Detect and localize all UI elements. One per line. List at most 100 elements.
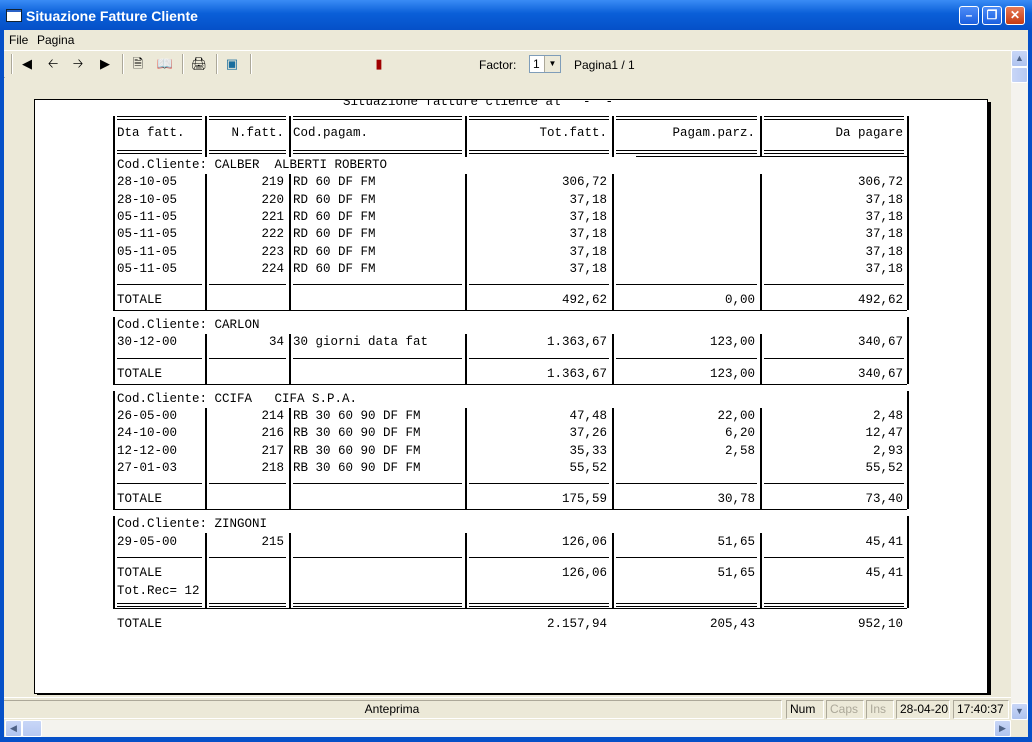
group-total-partial: 51,65	[717, 565, 755, 580]
cell-partial-paid: 123,00	[709, 335, 755, 350]
table-rule-line	[469, 150, 609, 154]
cell-total: 47,48	[569, 409, 607, 423]
table-column-line	[113, 157, 115, 311]
table-column-line	[612, 407, 614, 510]
table-column-line	[907, 390, 909, 510]
vertical-scrollbar[interactable]: ▲ ▼	[1011, 50, 1028, 720]
table-rule-line	[209, 357, 286, 359]
table-rule-line	[293, 284, 462, 286]
cell-payment-code: RB 30 60 90 DF FM	[293, 426, 421, 441]
group-total-due: 73,40	[865, 492, 903, 507]
cell-total: 37,18	[569, 244, 607, 259]
group-total-amount: 492,62	[561, 293, 607, 308]
exit-icon: ▮	[375, 56, 383, 71]
prev-page-button[interactable]: 🡠	[42, 54, 64, 74]
table-rule-line	[293, 116, 462, 120]
table-column-line	[113, 116, 115, 157]
cell-partial-paid: 51,65	[717, 534, 755, 549]
client-label: Cod.Cliente: ZINGONI	[117, 517, 268, 532]
group-total-amount: 175,59	[561, 492, 607, 507]
table-column-line	[289, 533, 291, 608]
cell-payment-code: RB 30 60 90 DF FM	[293, 443, 421, 458]
cell-due: 37,18	[865, 209, 903, 224]
preview-area[interactable]: Situazione fatture cliente al - - Dta fat…	[5, 77, 1011, 695]
table-rule-line	[469, 602, 609, 607]
single-page-button[interactable]: 🗎	[127, 54, 149, 74]
exit-button[interactable]: ▮	[368, 54, 390, 74]
app-window: Situazione Fatture Cliente – ❐ ✕ File Pa…	[0, 0, 1032, 742]
app-icon[interactable]	[6, 9, 22, 22]
two-pages-button[interactable]: 📖	[154, 54, 176, 74]
table-column-line	[205, 174, 207, 311]
table-column-line	[289, 116, 291, 157]
cell-number: 34	[268, 335, 284, 350]
status-date: 28-04-2016	[896, 700, 950, 719]
factor-value: 1	[533, 57, 540, 71]
toolbar-separator	[122, 54, 124, 74]
table-column-line	[289, 334, 291, 384]
cell-number: 220	[261, 192, 284, 207]
cell-payment-code: RD 60 DF FM	[293, 261, 376, 276]
scroll-up-icon[interactable]: ▲	[1011, 50, 1028, 67]
window-frame-bottom	[0, 737, 1032, 742]
group-total-due: 340,67	[857, 366, 903, 381]
table-rule-line	[209, 116, 286, 120]
cell-due: 12,47	[865, 426, 903, 441]
next-page-icon: 🡢	[72, 56, 84, 71]
cell-payment-code: RD 60 DF FM	[293, 192, 376, 207]
last-page-button[interactable]: ▶	[94, 54, 116, 74]
menu-pagina[interactable]: Pagina	[37, 33, 74, 47]
grand-total-due: 952,10	[857, 616, 903, 631]
toolbar-separator	[250, 54, 252, 74]
table-column-line	[113, 516, 115, 608]
cell-payment-code: RB 30 60 90 DF FM	[293, 460, 421, 475]
next-page-button[interactable]: 🡢	[67, 54, 89, 74]
table-column-line	[760, 407, 762, 510]
table-column-line	[760, 533, 762, 608]
grand-total-amount: 2.157,94	[546, 616, 607, 631]
two-pages-icon: 📖	[156, 56, 174, 71]
toolbar: ◀​ 🡠 🡢 ▶ 🗎 📖 🖨 ▣ ▮ Factor: 1 ▼ Pagina1 /…	[0, 50, 1032, 78]
table-rule-line	[636, 156, 907, 157]
header-payment: Cod.pagam.	[293, 126, 369, 140]
chevron-down-icon[interactable]: ▼	[544, 56, 560, 72]
cell-number: 217	[261, 443, 284, 458]
table-column-line	[205, 334, 207, 384]
status-num: Num	[786, 700, 824, 719]
scroll-down-icon[interactable]: ▼	[1011, 703, 1028, 720]
horizontal-scroll-thumb[interactable]	[22, 720, 42, 737]
toolbar-separator	[182, 54, 184, 74]
scroll-right-icon[interactable]: ▶	[994, 720, 1011, 737]
table-rule-line	[764, 116, 904, 120]
vertical-scroll-thumb[interactable]	[1011, 67, 1028, 83]
table-rule-line	[293, 150, 462, 154]
cell-due: 45,41	[865, 534, 903, 549]
horizontal-scrollbar[interactable]: ◀ ▶	[5, 720, 1011, 737]
status-caps: Caps	[826, 700, 864, 719]
table-column-line	[205, 533, 207, 608]
scroll-left-icon[interactable]: ◀	[5, 720, 22, 737]
first-page-button[interactable]: ◀​	[16, 54, 38, 74]
group-total-partial: 0,00	[724, 293, 755, 308]
close-button[interactable]: ✕	[1005, 6, 1025, 25]
group-total-due: 492,62	[857, 293, 903, 308]
cell-number: 219	[261, 175, 284, 190]
title-bar[interactable]: Situazione Fatture Cliente – ❐ ✕	[0, 0, 1032, 31]
menu-file[interactable]: File	[9, 33, 28, 47]
cell-due: 340,67	[857, 335, 903, 350]
table-rule-line	[469, 483, 609, 485]
cell-total: 37,18	[569, 261, 607, 276]
table-column-line	[907, 116, 909, 157]
table-column-line	[465, 407, 467, 510]
table-rule-line	[616, 483, 757, 485]
maximize-button[interactable]: ❐	[982, 6, 1002, 25]
table-rule-line	[764, 483, 904, 485]
minimize-button[interactable]: –	[959, 6, 979, 25]
cell-total: 37,18	[569, 192, 607, 207]
export-button[interactable]: ▣	[221, 54, 243, 74]
cell-number: 224	[261, 261, 284, 276]
factor-select[interactable]: 1 ▼	[529, 55, 561, 73]
table-column-line	[465, 174, 467, 311]
print-button[interactable]: 🖨	[188, 54, 210, 74]
cell-due: 37,18	[865, 261, 903, 276]
